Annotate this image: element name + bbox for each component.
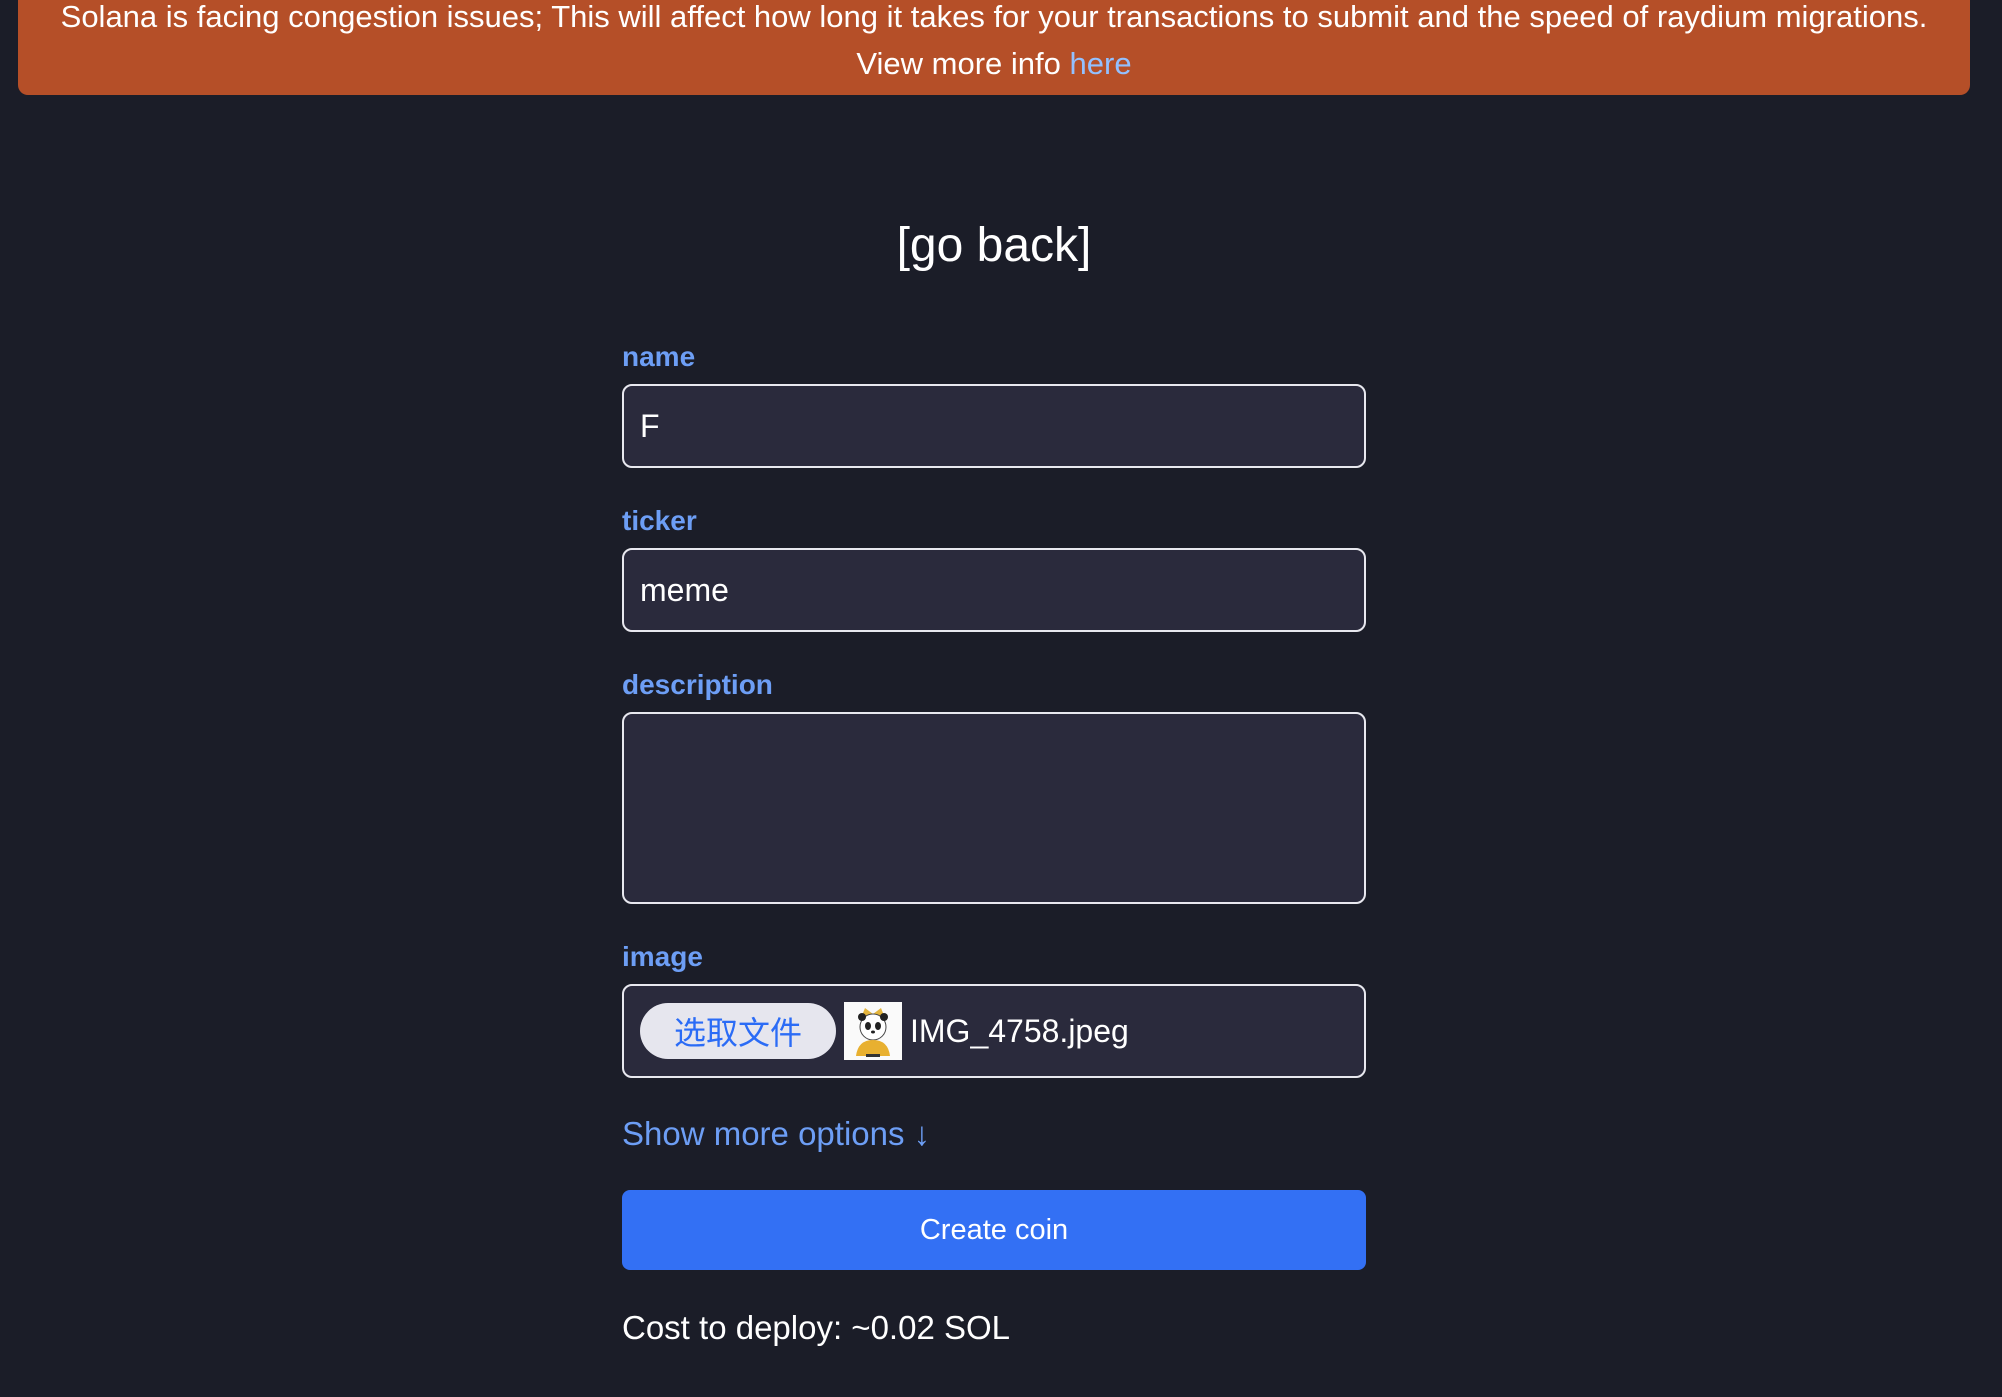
image-thumbnail [844,1002,902,1060]
description-textarea[interactable] [622,712,1366,904]
name-input[interactable]: F [622,384,1366,468]
ticker-input-value: meme [640,571,729,608]
cost-to-deploy-text: Cost to deploy: ~0.02 SOL [622,1309,1010,1346]
panda-thumbnail-icon [844,1002,902,1060]
banner-here-link[interactable]: here [1070,46,1132,81]
name-label: name [622,341,696,372]
selected-file-name: IMG_4758.jpeg [910,1012,1129,1049]
banner-text-wrap: Solana is facing congestion issues; This… [38,0,1950,87]
ticker-input[interactable]: meme [622,548,1366,632]
ticker-label: ticker [622,505,697,536]
create-coin-button[interactable]: Create coin [622,1190,1366,1270]
image-label: image [622,941,703,972]
banner-message: Solana is facing congestion issues; This… [60,0,1928,81]
description-label: description [622,669,773,700]
show-more-options-link[interactable]: Show more options ↓ [622,1114,930,1154]
go-back-link[interactable]: [go back] [0,216,1988,276]
congestion-banner: Solana is facing congestion issues; This… [18,0,1970,95]
name-input-value: F [640,407,660,444]
image-file-input[interactable]: 选取文件 IMG_4758.jpeg [622,984,1366,1078]
choose-file-button[interactable]: 选取文件 [640,1003,836,1059]
